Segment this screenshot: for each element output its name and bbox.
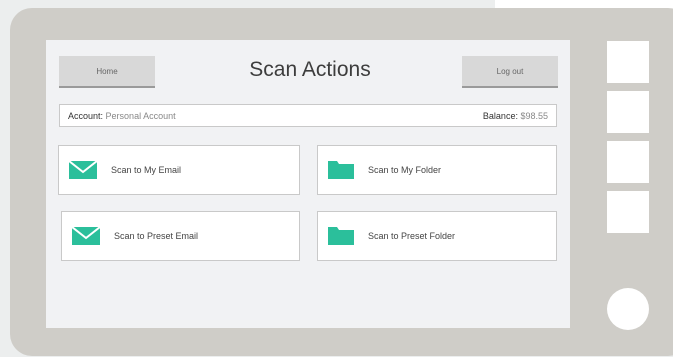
action-label: Scan to Preset Email — [114, 231, 199, 241]
folder-icon — [328, 161, 354, 179]
account-info: Account: Personal Account — [68, 111, 176, 121]
action-label: Scan to My Email — [111, 165, 182, 175]
scan-to-preset-email-button[interactable]: Scan to Preset Email — [61, 211, 300, 261]
scan-to-preset-folder-button[interactable]: Scan to Preset Folder — [317, 211, 557, 261]
balance-label: Balance: — [482, 110, 518, 121]
action-label: Scan to My Folder — [368, 165, 442, 175]
hardware-button-1[interactable] — [607, 41, 649, 83]
round-hardware-button[interactable] — [607, 288, 649, 330]
folder-icon — [328, 227, 354, 245]
account-bar: Account: Personal Account Balance: $98.5… — [59, 104, 557, 127]
account-label: Account: — [68, 110, 104, 121]
envelope-icon — [72, 227, 100, 245]
hardware-button-3[interactable] — [607, 141, 649, 183]
scan-to-my-email-button[interactable]: Scan to My Email — [58, 145, 300, 195]
logout-button[interactable]: Log out — [462, 56, 558, 88]
balance-value: $98.55 — [520, 110, 548, 121]
envelope-icon — [69, 161, 97, 179]
hardware-button-4[interactable] — [607, 191, 649, 233]
balance-info: Balance: $98.55 — [483, 111, 548, 121]
page-title: Scan Actions — [249, 58, 371, 81]
scan-to-my-folder-button[interactable]: Scan to My Folder — [317, 145, 557, 195]
action-label: Scan to Preset Folder — [368, 231, 456, 241]
home-button[interactable]: Home — [59, 56, 155, 88]
touch-screen: Home Scan Actions Log out Account: Perso… — [46, 40, 570, 328]
hardware-button-2[interactable] — [607, 91, 649, 133]
account-name: Personal Account — [105, 110, 176, 121]
